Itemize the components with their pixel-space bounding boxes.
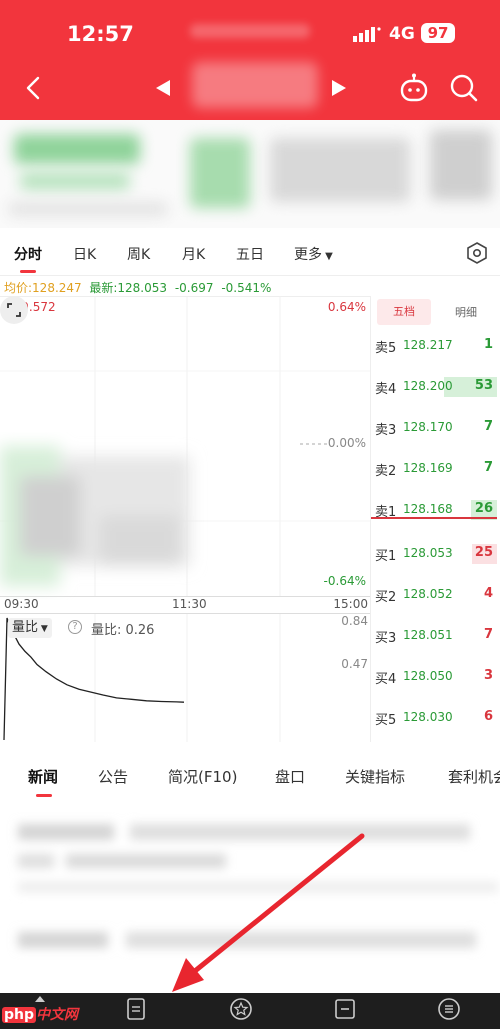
favorite-star-icon[interactable]: [229, 997, 253, 1021]
collapse-up-icon[interactable]: [34, 995, 46, 1003]
document-icon[interactable]: [124, 997, 148, 1021]
red-arrow-annotation: [172, 833, 365, 992]
watermark-suffix: 中文网: [36, 1007, 79, 1023]
watermark-brand: php: [2, 1007, 37, 1023]
menu-icon[interactable]: [437, 997, 461, 1021]
panel-icon[interactable]: [333, 997, 357, 1021]
site-watermark: php 中文网: [2, 1004, 78, 1024]
